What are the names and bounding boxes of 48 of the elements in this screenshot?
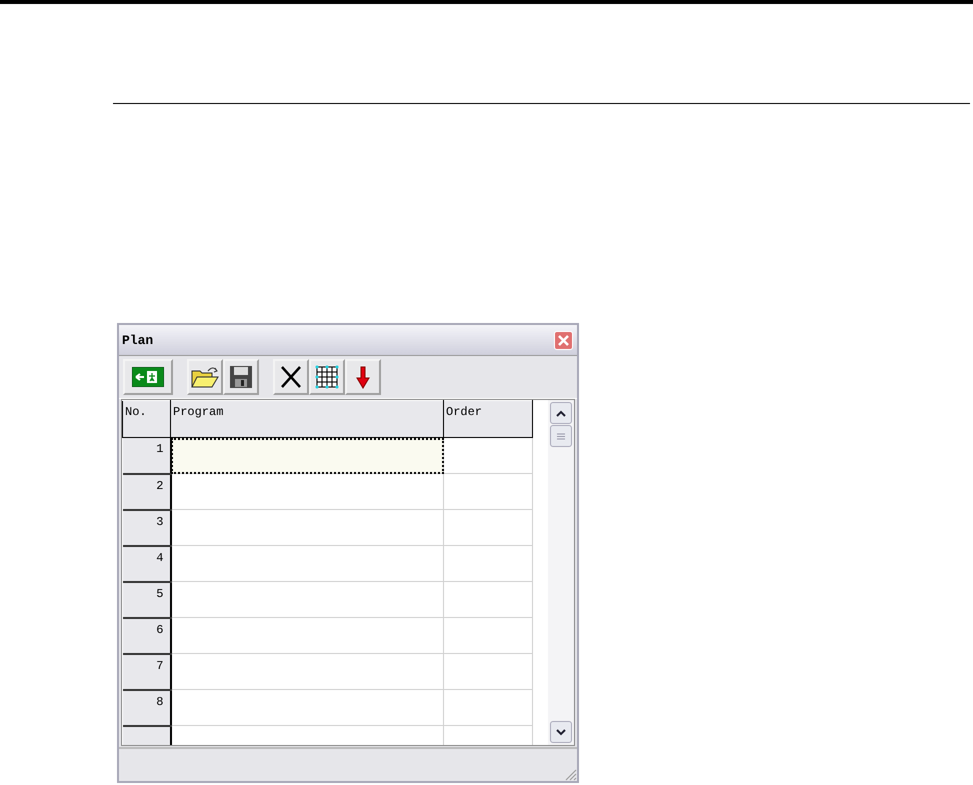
row-header[interactable]: 3 — [122, 510, 170, 546]
table-cell[interactable] — [444, 618, 532, 654]
table-cell[interactable] — [444, 438, 532, 474]
table-cell[interactable] — [170, 690, 444, 726]
down-arrow-icon — [356, 365, 370, 389]
delete-button[interactable] — [273, 359, 309, 395]
scroll-thumb[interactable] — [550, 425, 572, 447]
table-cell[interactable] — [170, 582, 444, 618]
close-icon — [280, 365, 302, 389]
table-cell[interactable] — [444, 582, 532, 618]
row-header[interactable]: 1 — [122, 438, 170, 474]
scroll-down-button[interactable] — [550, 721, 572, 743]
table-cell[interactable] — [444, 510, 532, 546]
row-header[interactable]: 5 — [122, 582, 170, 618]
move-down-button[interactable] — [345, 359, 381, 395]
table-cell[interactable] — [444, 690, 532, 726]
scrollbar[interactable] — [548, 400, 574, 745]
chevron-up-icon — [556, 409, 566, 417]
table-cell[interactable] — [444, 654, 532, 690]
exit-sign-icon — [132, 367, 164, 387]
row-header[interactable]: 6 — [122, 618, 170, 654]
row-header[interactable]: 2 — [122, 474, 170, 510]
row-header[interactable]: 7 — [122, 654, 170, 690]
row-header[interactable]: 4 — [122, 546, 170, 582]
table-cell[interactable] — [170, 510, 444, 546]
row-header[interactable]: 8 — [122, 690, 170, 726]
table-cell[interactable] — [444, 546, 532, 582]
window-title: Plan — [122, 332, 154, 348]
column-header[interactable]: Program — [170, 400, 444, 438]
save-button[interactable] — [223, 359, 259, 395]
table-cell[interactable] — [170, 546, 444, 582]
table-cell[interactable] — [170, 654, 444, 690]
folder-icon — [190, 365, 220, 389]
table-cell[interactable] — [444, 474, 532, 510]
table-grid-icon — [314, 364, 340, 390]
chevron-down-icon — [556, 728, 566, 736]
column-header[interactable]: No. — [122, 400, 170, 438]
table-cell[interactable] — [170, 618, 444, 654]
column-header[interactable]: Order — [444, 400, 532, 438]
exit-button[interactable] — [123, 359, 173, 395]
table-cell[interactable] — [170, 438, 444, 474]
scroll-up-button[interactable] — [550, 402, 572, 424]
resize-grip-icon — [563, 767, 577, 781]
close-button[interactable] — [554, 330, 573, 350]
table-button[interactable] — [309, 359, 345, 395]
open-button[interactable] — [187, 359, 223, 395]
close-icon — [558, 334, 569, 346]
table-cell[interactable] — [170, 474, 444, 510]
